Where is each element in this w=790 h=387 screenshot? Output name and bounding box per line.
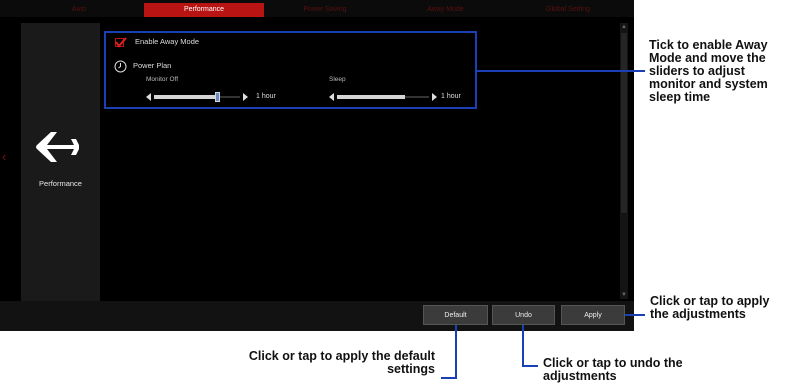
undo-annotation: Click or tap to undo the adjustments bbox=[543, 356, 683, 383]
callout-line-default-v bbox=[455, 325, 457, 379]
tab-power-saving[interactable]: Power Saving bbox=[270, 3, 380, 17]
callout-line-tick bbox=[477, 70, 645, 72]
callout-line-undo-v bbox=[522, 325, 524, 367]
vertical-scrollbar[interactable]: ▲ ▼ bbox=[620, 23, 628, 299]
away-mode-highlight bbox=[104, 31, 477, 109]
tick-annotation: Tick to enable Away Mode and move the sl… bbox=[649, 38, 768, 104]
tab-away-mode[interactable]: Away Mode bbox=[388, 3, 503, 17]
airplane-icon bbox=[36, 132, 79, 162]
default-annotation: Click or tap to apply the default settin… bbox=[248, 349, 435, 376]
scroll-down-icon[interactable]: ▼ bbox=[620, 291, 628, 299]
callout-line-default-h bbox=[441, 377, 457, 379]
tab-auto[interactable]: Auto bbox=[20, 3, 138, 17]
tab-performance[interactable]: Performance bbox=[144, 3, 264, 17]
apply-button[interactable]: Apply bbox=[561, 305, 625, 325]
callout-line-apply bbox=[625, 314, 645, 316]
scroll-thumb[interactable] bbox=[621, 33, 627, 213]
undo-button[interactable]: Undo bbox=[492, 305, 555, 325]
tab-global-setting[interactable]: Global Setting bbox=[508, 3, 628, 17]
tab-bar: Auto Performance Power Saving Away Mode … bbox=[0, 0, 634, 17]
scroll-up-icon[interactable]: ▲ bbox=[620, 23, 628, 31]
mode-side-panel: Performance bbox=[21, 23, 100, 323]
default-button[interactable]: Default bbox=[423, 305, 488, 325]
mode-label: Performance bbox=[39, 179, 82, 188]
apply-annotation: Click or tap to apply the adjustments bbox=[650, 294, 770, 321]
chevron-left-icon[interactable]: ‹ bbox=[2, 150, 14, 164]
callout-line-undo-h bbox=[522, 365, 538, 367]
